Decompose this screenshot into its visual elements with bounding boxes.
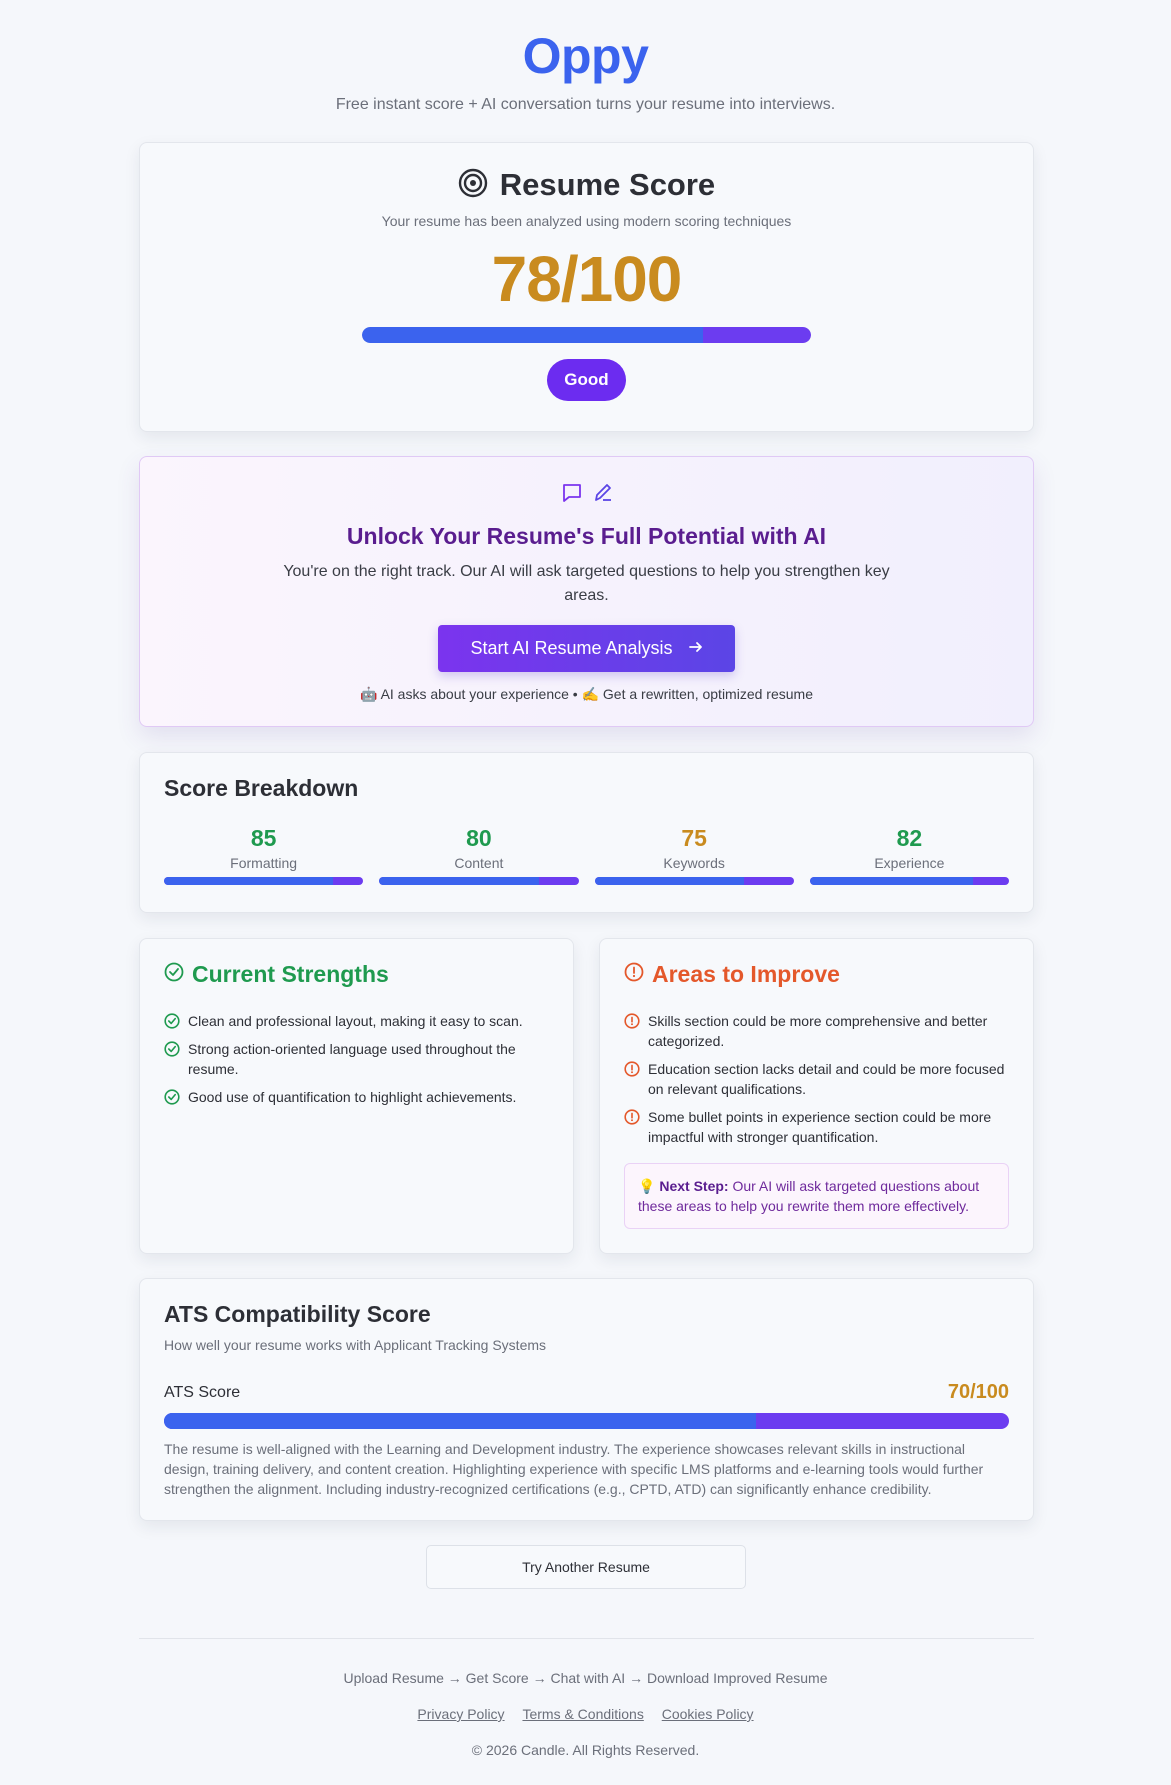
breakdown-bar <box>379 877 579 885</box>
lightbulb-icon: 💡 <box>638 1178 656 1194</box>
breakdown-label: Keywords <box>663 855 725 871</box>
score-progress-bar <box>362 327 811 343</box>
chat-icon <box>561 482 583 509</box>
breakdown-bar-fill <box>164 877 334 885</box>
check-circle-icon <box>164 1041 180 1057</box>
ats-label: ATS Score <box>164 1383 241 1401</box>
tagline: Free instant score + AI conversation tur… <box>335 96 836 113</box>
copyright: © 2026 Candle. All Rights Reserved. <box>471 1742 700 1758</box>
breakdown-item-experience: 82 Experience <box>809 825 1009 885</box>
hero-header: Oppy Free instant score + AI conversatio… <box>0 0 1171 114</box>
improve-card: Areas to Improve Skills section could be… <box>599 938 1034 1254</box>
breakdown-value: 82 <box>896 825 923 851</box>
ai-cta-card: Unlock Your Resume's Full Potential with… <box>139 456 1034 727</box>
improve-text: Education section lacks detail and could… <box>648 1061 1005 1097</box>
brand-logo[interactable]: Oppy <box>0 28 1171 84</box>
check-circle-icon <box>164 1013 180 1029</box>
list-item: Some bullet points in experience section… <box>624 1107 1009 1147</box>
score-title: Resume Score <box>499 167 716 202</box>
breakdown-title: Score Breakdown <box>164 775 359 801</box>
breakdown-label: Experience <box>874 855 945 871</box>
ats-score-value: 70/100 <box>947 1381 1009 1403</box>
breakdown-bar-fill <box>809 877 974 885</box>
score-progress-fill <box>362 327 811 343</box>
strength-text: Clean and professional layout, making it… <box>188 1013 523 1029</box>
breakdown-value: 75 <box>681 825 707 851</box>
alert-circle-icon <box>624 1061 640 1077</box>
score-badge: Good <box>547 359 626 401</box>
ats-subtitle: How well your resume works with Applican… <box>164 1337 547 1353</box>
breakdown-grid: 85 Formatting 80 Content 75 Keywords 82 … <box>164 825 1009 885</box>
improve-title: Areas to Improve <box>652 961 840 987</box>
resume-score-card: Resume Score Your resume has been analyz… <box>139 142 1034 432</box>
breakdown-bar-fill <box>594 877 744 885</box>
ats-card: ATS Compatibility Score How well your re… <box>139 1278 1034 1521</box>
strength-text: Good use of quantification to highlight … <box>188 1089 517 1105</box>
alert-circle-icon <box>624 961 644 988</box>
next-step-label: Next Step: <box>659 1178 729 1194</box>
score-value: 78/100 <box>491 243 683 315</box>
list-item: Strong action-oriented language used thr… <box>164 1039 549 1079</box>
ats-description: The resume is well-aligned with the Lear… <box>164 1441 984 1497</box>
start-ai-analysis-button[interactable]: Start AI Resume Analysis <box>438 625 735 672</box>
ats-progress-fill <box>164 1413 756 1429</box>
improve-text: Some bullet points in experience section… <box>648 1109 992 1145</box>
pencil-icon <box>593 482 613 509</box>
breakdown-item-formatting: 85 Formatting <box>164 825 364 885</box>
breakdown-value: 85 <box>250 825 277 851</box>
start-ai-analysis-label: Start AI Resume Analysis <box>470 638 673 658</box>
score-breakdown-card: Score Breakdown 85 Formatting 80 Content… <box>139 752 1034 913</box>
breakdown-bar <box>164 877 364 885</box>
cookies-policy-link[interactable]: Cookies Policy <box>662 1706 754 1722</box>
breakdown-bar <box>809 877 1009 885</box>
list-item: Education section lacks detail and could… <box>624 1059 1009 1099</box>
breakdown-label: Content <box>454 855 504 871</box>
breakdown-value: 80 <box>466 825 492 851</box>
alert-circle-icon <box>624 1013 640 1029</box>
ai-description: You're on the right track. Our AI will a… <box>283 563 890 604</box>
footer-divider <box>139 1638 1034 1639</box>
check-circle-icon <box>164 1089 180 1105</box>
alert-circle-icon <box>624 1109 640 1125</box>
strengths-list: Clean and professional layout, making it… <box>164 1011 549 1115</box>
ai-icon-row <box>140 482 1033 509</box>
breakdown-bar <box>594 877 794 885</box>
terms-conditions-link[interactable]: Terms & Conditions <box>522 1706 643 1722</box>
try-another-resume-button[interactable]: Try Another Resume <box>426 1545 746 1589</box>
ats-title: ATS Compatibility Score <box>164 1301 431 1327</box>
footer-links: Privacy Policy Terms & Conditions Cookie… <box>0 1706 1171 1722</box>
improve-list: Skills section could be more comprehensi… <box>624 1011 1009 1155</box>
privacy-policy-link[interactable]: Privacy Policy <box>417 1706 504 1722</box>
target-icon <box>458 168 488 203</box>
list-item: Skills section could be more comprehensi… <box>624 1011 1009 1051</box>
list-item: Clean and professional layout, making it… <box>164 1011 549 1031</box>
arrow-right-icon <box>688 638 703 659</box>
ats-progress-bar <box>164 1413 1009 1429</box>
footer-flow: Upload Resume → Get Score → Chat with AI… <box>343 1670 828 1686</box>
check-circle-icon <box>164 961 184 988</box>
page: Oppy Free instant score + AI conversatio… <box>0 0 1171 1758</box>
strength-text: Strong action-oriented language used thr… <box>188 1041 516 1077</box>
breakdown-item-content: 80 Content <box>379 825 579 885</box>
improve-text: Skills section could be more comprehensi… <box>648 1013 988 1049</box>
ai-footnote: 🤖 AI asks about your experience • ✍️ Get… <box>360 686 813 702</box>
breakdown-bar-fill <box>379 877 539 885</box>
ai-title: Unlock Your Resume's Full Potential with… <box>346 523 827 549</box>
breakdown-label: Formatting <box>230 855 298 871</box>
ats-score-row: ATS Score 70/100 <box>164 1381 1009 1404</box>
strengths-heading: Current Strengths <box>164 961 389 988</box>
list-item: Good use of quantification to highlight … <box>164 1087 549 1107</box>
breakdown-item-keywords: 75 Keywords <box>594 825 794 885</box>
strengths-title: Current Strengths <box>192 961 389 987</box>
score-title-row: Resume Score <box>140 167 1033 203</box>
score-subtitle: Your resume has been analyzed using mode… <box>381 213 792 229</box>
improve-heading: Areas to Improve <box>624 961 840 988</box>
strengths-card: Current Strengths Clean and professional… <box>139 938 574 1254</box>
next-step-callout: 💡 Next Step: Our AI will ask targeted qu… <box>624 1163 1009 1229</box>
